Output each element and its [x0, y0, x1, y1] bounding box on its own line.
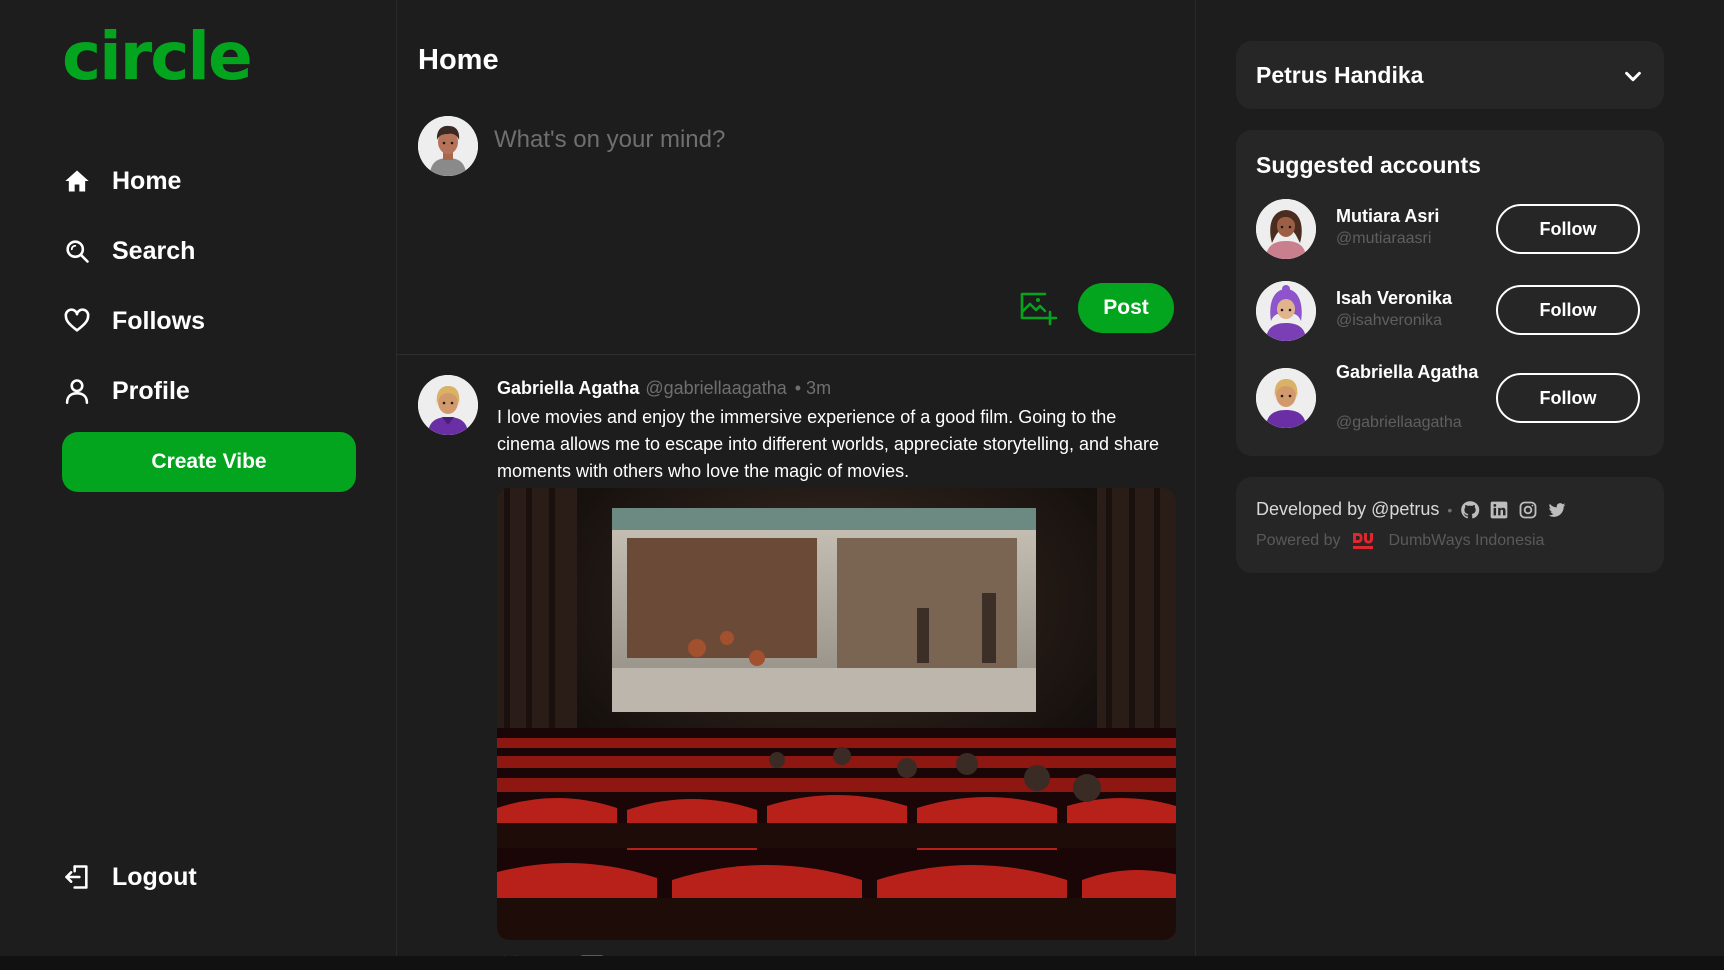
composer: Home Post [397, 0, 1195, 355]
sidebar: circle Home Search Follows Profile Creat… [0, 0, 397, 970]
current-user-avatar[interactable] [418, 116, 478, 176]
thread-timestamp: • 3m [794, 378, 832, 398]
company-name[interactable]: DumbWays Indonesia [1389, 532, 1545, 550]
search-icon [62, 236, 92, 266]
right-panel: Petrus Handika Suggested accounts Mutiar… [1196, 0, 1724, 970]
logout-icon [62, 862, 92, 892]
nav-label-follows: Follows [112, 306, 206, 335]
follow-button[interactable]: Follow [1496, 204, 1640, 254]
thread-content: I love movies and enjoy the immersive ex… [497, 407, 1160, 481]
suggested-handle: @mutiaraasri [1336, 230, 1432, 247]
instagram-icon[interactable] [1518, 500, 1538, 520]
suggested-name[interactable]: Gabriella Agatha [1336, 359, 1486, 385]
main-nav: Home Search Follows Profile [62, 146, 205, 426]
home-icon [62, 166, 92, 196]
suggested-handle: @gabriellaagatha [1336, 414, 1462, 431]
follow-button[interactable]: Follow [1496, 373, 1640, 423]
nav-label-search: Search [112, 236, 196, 265]
create-vibe-button[interactable]: Create Vibe [62, 432, 356, 492]
thread-author-name[interactable]: Gabriella Agatha [497, 378, 639, 398]
suggested-account: Mutiara Asri @mutiaraasri Follow [1256, 199, 1646, 269]
developed-by-text[interactable]: Developed by @petrus [1256, 499, 1439, 520]
follow-button[interactable]: Follow [1496, 285, 1640, 335]
nav-item-search[interactable]: Search [62, 216, 205, 286]
nav-item-follows[interactable]: Follows [62, 286, 205, 356]
suggested-accounts-title: Suggested accounts [1256, 152, 1481, 178]
heart-icon [62, 306, 92, 336]
footer-card: Developed by @petrus • Powered by DumbWa… [1236, 477, 1664, 573]
suggested-handle: @isahveronika [1336, 312, 1443, 329]
profile-card[interactable]: Petrus Handika [1236, 41, 1664, 109]
suggested-account: Gabriella Agatha @gabriellaagatha Follow [1256, 362, 1646, 438]
page-title: Home [418, 44, 499, 76]
suggested-accounts-card: Suggested accounts Mutiara Asri @mutiara… [1236, 130, 1664, 456]
add-image-icon[interactable] [1018, 290, 1058, 326]
suggested-name[interactable]: Mutiara Asri [1336, 203, 1486, 229]
thread-image[interactable] [497, 488, 1176, 940]
github-icon[interactable] [1460, 500, 1480, 520]
nav-label-home: Home [112, 166, 182, 195]
post-button[interactable]: Post [1078, 283, 1174, 333]
linkedin-icon[interactable] [1489, 500, 1509, 520]
suggested-account: Isah Veronika @isahveronika Follow [1256, 281, 1646, 351]
logout-button[interactable]: Logout [62, 862, 197, 892]
suggested-name[interactable]: Isah Veronika [1336, 285, 1486, 311]
developer-credit: Developed by @petrus • [1256, 499, 1576, 520]
composer-input[interactable] [494, 126, 1144, 154]
horizontal-scrollbar[interactable] [0, 956, 1724, 970]
thread-author-avatar[interactable] [418, 375, 478, 435]
thread-header: Gabriella Agatha @gabriellaagatha • 3m [497, 378, 831, 399]
suggested-avatar[interactable] [1256, 281, 1316, 341]
logout-label: Logout [112, 862, 197, 891]
separator-dot: • [1447, 501, 1453, 518]
nav-label-profile: Profile [112, 376, 190, 405]
powered-by: Powered by DumbWays Indonesia [1256, 531, 1544, 551]
profile-name: Petrus Handika [1256, 62, 1424, 88]
nav-item-profile[interactable]: Profile [62, 356, 205, 426]
twitter-icon[interactable] [1547, 500, 1567, 520]
powered-by-text: Powered by [1256, 532, 1341, 549]
main-feed: Home Post [397, 0, 1196, 970]
thread-author-handle[interactable]: @gabriellaagatha [645, 378, 786, 398]
nav-item-home[interactable]: Home [62, 146, 205, 216]
chevron-down-icon[interactable] [1622, 65, 1644, 87]
user-icon [62, 376, 92, 406]
app-logo[interactable]: circle [62, 24, 253, 90]
dumbways-logo-icon[interactable] [1351, 531, 1375, 551]
suggested-avatar[interactable] [1256, 199, 1316, 259]
suggested-avatar[interactable] [1256, 368, 1316, 428]
